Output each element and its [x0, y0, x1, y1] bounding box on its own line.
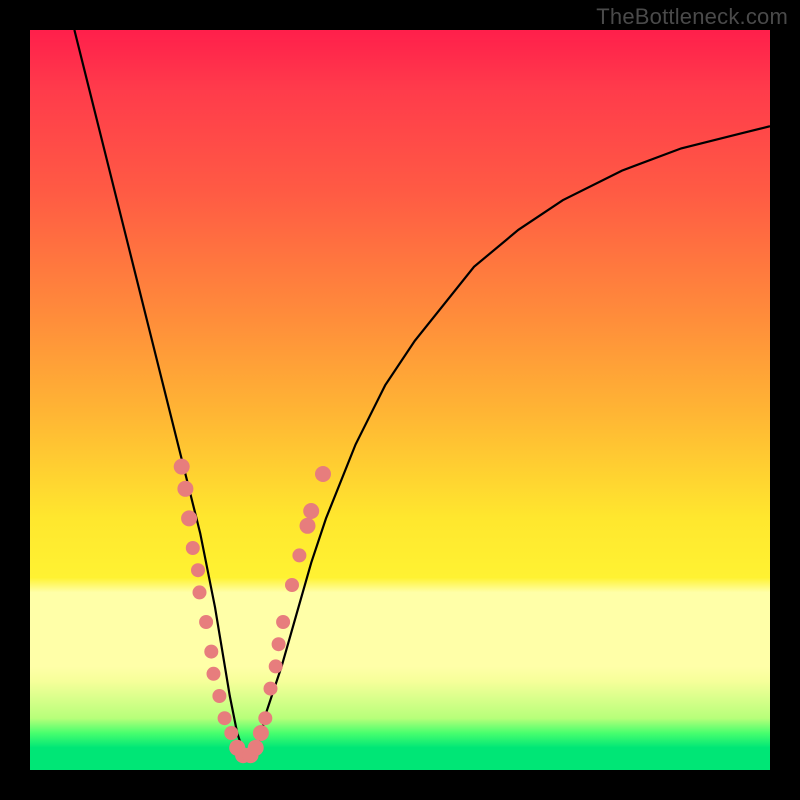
- sample-dot: [177, 481, 193, 497]
- sample-dot: [258, 711, 272, 725]
- sample-dot: [253, 725, 269, 741]
- sample-dot: [193, 585, 207, 599]
- sample-dot: [303, 503, 319, 519]
- chart-frame: TheBottleneck.com: [0, 0, 800, 800]
- sample-dot: [199, 615, 213, 629]
- plot-area: [30, 30, 770, 770]
- sample-dot: [181, 510, 197, 526]
- sample-dot: [292, 548, 306, 562]
- sample-dot: [191, 563, 205, 577]
- sample-dot: [264, 682, 278, 696]
- sample-dot: [218, 711, 232, 725]
- sample-dot: [212, 689, 226, 703]
- sample-points: [174, 459, 331, 764]
- sample-dot: [269, 659, 283, 673]
- sample-dot: [207, 667, 221, 681]
- sample-dot: [224, 726, 238, 740]
- sample-dot: [315, 466, 331, 482]
- sample-dot: [272, 637, 286, 651]
- sample-dot: [276, 615, 290, 629]
- bottleneck-svg: [30, 30, 770, 770]
- sample-dot: [300, 518, 316, 534]
- watermark-text: TheBottleneck.com: [596, 4, 788, 30]
- sample-dot: [186, 541, 200, 555]
- sample-dot: [285, 578, 299, 592]
- bottleneck-curve: [74, 30, 770, 755]
- sample-dot: [174, 459, 190, 475]
- sample-dot: [248, 740, 264, 756]
- sample-dot: [204, 645, 218, 659]
